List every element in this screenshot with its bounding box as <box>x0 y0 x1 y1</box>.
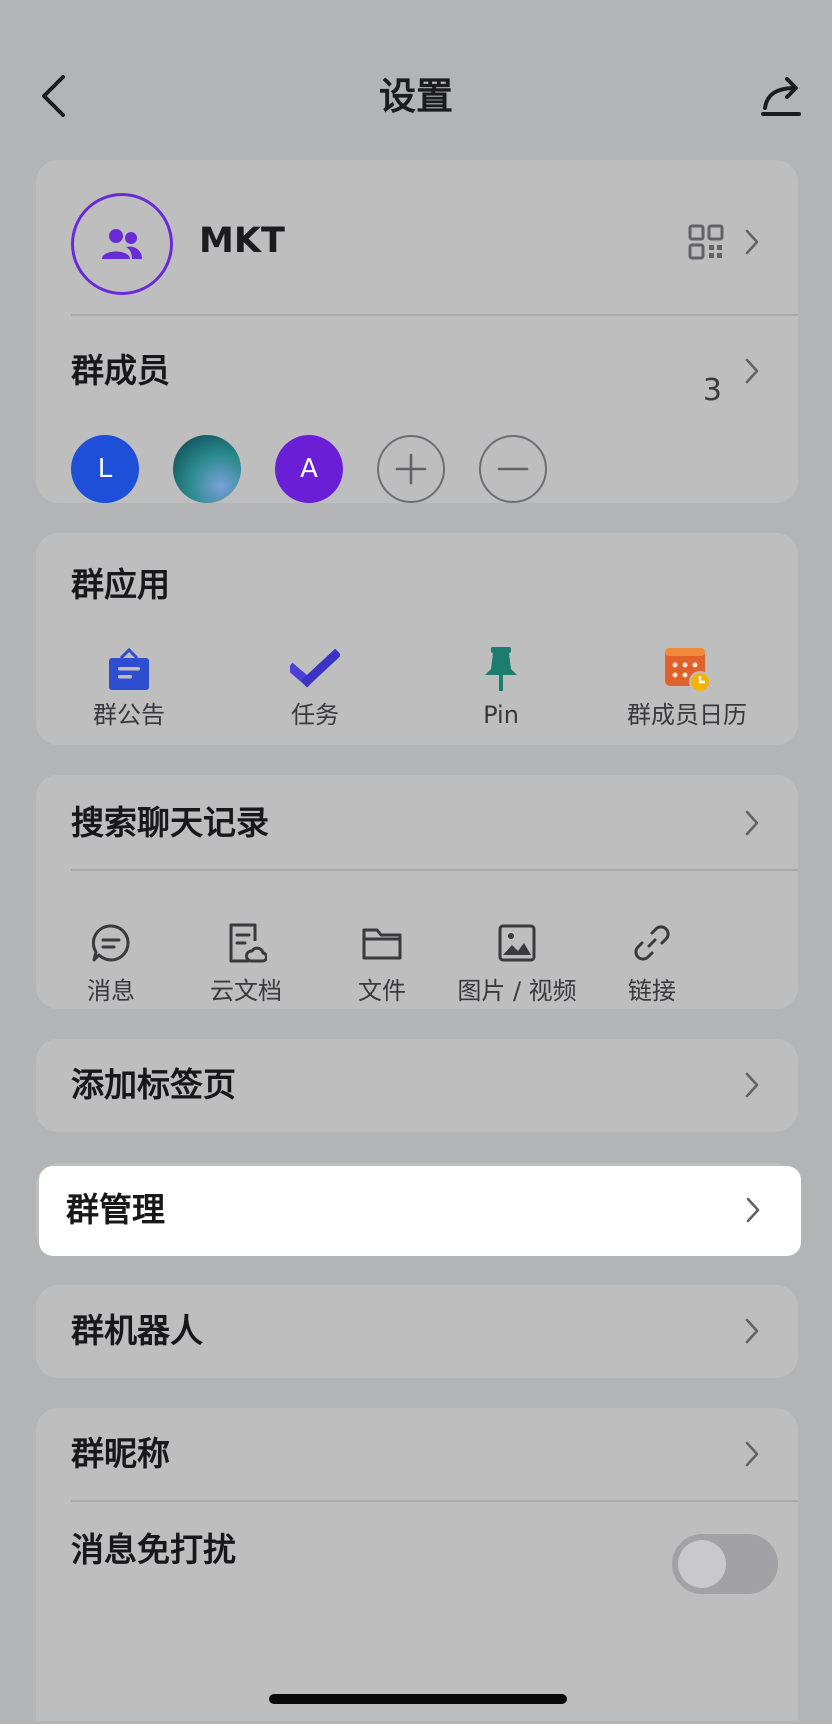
app-task[interactable]: 任务 <box>222 643 408 731</box>
calendar-icon <box>665 648 711 693</box>
add-tab-chevron <box>742 1069 762 1101</box>
search-history-chevron[interactable] <box>742 807 762 839</box>
chevron-right-icon <box>745 1318 759 1344</box>
remove-member-button[interactable] <box>479 435 547 503</box>
share-button[interactable] <box>757 71 805 121</box>
group-manage-row[interactable]: 群管理 <box>39 1166 801 1256</box>
search-history-label[interactable]: 搜索聊天记录 <box>71 801 269 845</box>
group-manage-chevron <box>743 1194 763 1226</box>
plus-circle-icon <box>395 453 427 485</box>
group-bot-label: 群机器人 <box>71 1311 203 1350</box>
chevron-right-icon <box>745 1072 759 1098</box>
search-item-label: 文件 <box>358 977 406 1005</box>
search-item-label: 消息 <box>87 977 135 1005</box>
image-icon <box>498 924 536 962</box>
divider <box>71 1500 798 1502</box>
add-member-button[interactable] <box>377 435 445 503</box>
search-item-label: 链接 <box>628 977 676 1005</box>
member-avatar[interactable]: A <box>275 435 343 503</box>
share-icon <box>761 77 801 116</box>
chevron-right-icon <box>745 358 759 384</box>
task-check-icon <box>290 649 340 688</box>
mute-toggle[interactable] <box>672 1534 778 1594</box>
link-icon <box>634 925 670 961</box>
search-item-label: 图片 / 视频 <box>457 977 577 1005</box>
group-people-icon <box>102 229 142 259</box>
search-links[interactable]: 链接 <box>577 917 727 1007</box>
add-tab-row[interactable]: 添加标签页 <box>36 1039 798 1132</box>
apps-title: 群应用 <box>71 565 170 604</box>
search-history-card: 搜索聊天记录 消息 云文档 文件 图片 / 视频 链接 <box>36 775 798 1009</box>
divider <box>71 314 798 316</box>
chevron-right-icon <box>746 1197 760 1223</box>
app-pin[interactable]: Pin <box>408 643 594 731</box>
member-avatar[interactable]: L <box>71 435 139 503</box>
chevron-right-icon <box>745 810 759 836</box>
member-initial: L <box>97 454 113 484</box>
pin-icon <box>485 647 517 691</box>
divider <box>71 869 798 871</box>
home-indicator <box>269 1694 567 1704</box>
members-label[interactable]: 群成员 <box>71 349 170 393</box>
group-bot-chevron <box>742 1315 762 1347</box>
app-calendar[interactable]: 群成员日历 <box>594 643 780 731</box>
minus-circle-icon <box>497 467 529 471</box>
member-avatar[interactable] <box>173 435 241 503</box>
folder-icon <box>362 928 402 960</box>
search-cloud-docs[interactable]: 云文档 <box>171 917 321 1007</box>
toggle-knob <box>678 1540 726 1588</box>
search-images-videos[interactable]: 图片 / 视频 <box>442 917 592 1007</box>
group-info-chevron[interactable] <box>742 226 762 258</box>
mute-label: 消息免打扰 <box>71 1530 236 1569</box>
group-nickname-label[interactable]: 群昵称 <box>71 1432 170 1476</box>
app-label: Pin <box>483 701 519 729</box>
search-item-label: 云文档 <box>210 977 282 1005</box>
add-tab-label: 添加标签页 <box>71 1065 236 1104</box>
group-manage-label: 群管理 <box>66 1190 165 1229</box>
page-title: 设置 <box>379 75 453 118</box>
app-label: 群成员日历 <box>627 701 747 729</box>
member-initial: A <box>300 454 318 484</box>
settings-screen: 设置 MKT 群成员 3 L A 群应用 群公告 任务 Pin 群成员日历 搜索… <box>3 3 829 1721</box>
cloud-doc-icon <box>229 923 267 963</box>
group-avatar[interactable] <box>71 193 173 295</box>
app-announcement[interactable]: 群公告 <box>36 643 222 731</box>
group-apps-card: 群应用 群公告 任务 Pin 群成员日历 <box>36 533 798 745</box>
member-count: 3 <box>702 373 722 408</box>
message-icon <box>91 924 130 962</box>
chevron-right-icon <box>745 1441 759 1467</box>
app-label: 群公告 <box>93 701 165 729</box>
nickname-mute-card: 群昵称 消息免打扰 <box>36 1408 798 1721</box>
group-info-card: MKT 群成员 3 L A <box>36 160 798 503</box>
search-files[interactable]: 文件 <box>307 917 457 1007</box>
members-chevron[interactable] <box>742 355 762 387</box>
chevron-right-icon <box>745 229 759 255</box>
announcement-icon <box>109 647 149 690</box>
app-label: 任务 <box>291 701 339 729</box>
qr-code-icon[interactable] <box>688 224 724 260</box>
group-nickname-chevron[interactable] <box>742 1438 762 1470</box>
group-name[interactable]: MKT <box>199 219 285 263</box>
group-bot-row[interactable]: 群机器人 <box>36 1285 798 1378</box>
search-messages[interactable]: 消息 <box>36 917 186 1007</box>
